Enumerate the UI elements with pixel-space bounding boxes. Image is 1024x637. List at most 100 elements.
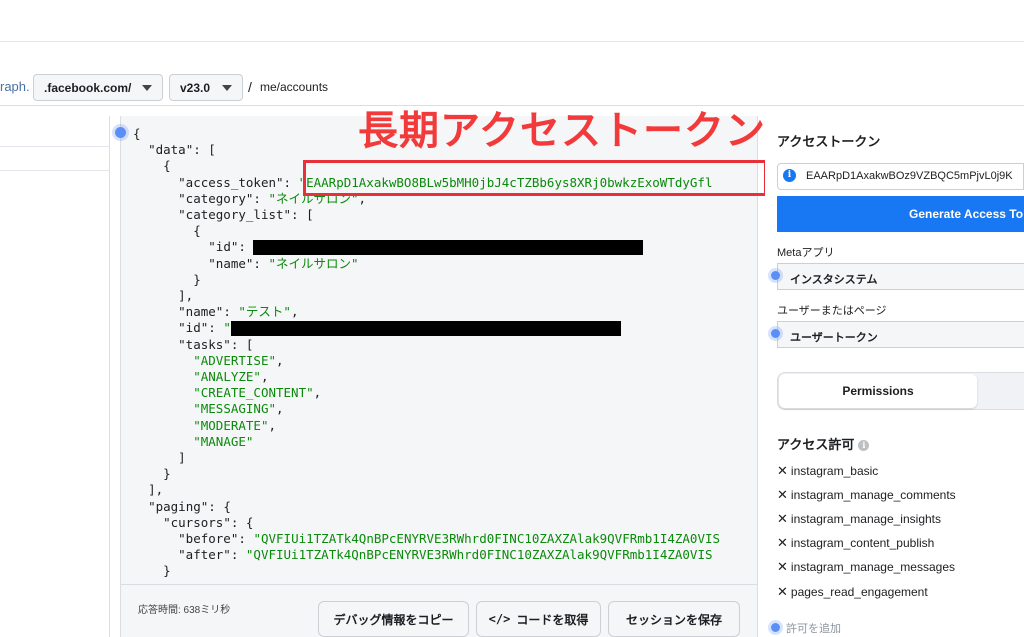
tab-permissions[interactable]: Permissions <box>779 374 977 408</box>
permission-label: pages_read_engagement <box>790 585 928 599</box>
json-line: } <box>193 271 201 287</box>
copy-debug-label: デバッグ情報をコピー <box>333 612 454 627</box>
json-string-value: "ADVERTISE" <box>193 352 277 368</box>
json-line: "before": "QVFIUi1TZATk4QnBPcENYRVE3RWhr… <box>178 531 721 547</box>
save-session-label: セッションを保存 <box>625 612 722 627</box>
json-line: ] <box>178 450 186 466</box>
json-line: "id": <box>133 239 720 256</box>
json-key: "name" <box>208 255 254 271</box>
annotation-title: 長期アクセストークン <box>358 109 766 153</box>
json-string-value: "MESSAGING" <box>193 401 277 417</box>
json-line: ], <box>148 482 164 498</box>
json-line: "name": "テスト", <box>178 304 299 320</box>
save-session-button[interactable]: セッションを保存 <box>608 601 740 637</box>
json-line: "CREATE_CONTENT", <box>193 385 322 401</box>
focus-indicator-icon <box>771 271 780 280</box>
permission-item: ✕ instagram_basic <box>777 463 878 479</box>
json-string-value: "QVFIUi1TZATk4QnBPcENYRVE3RWhrd0FINC10ZA… <box>245 547 713 563</box>
version-select-label: v23.0 <box>180 81 211 95</box>
json-line: "id": " <box>133 320 720 337</box>
permission-label: instagram_manage_messages <box>790 560 955 574</box>
json-key: "before" <box>178 531 239 547</box>
json-line: "cursors": { <box>163 514 254 530</box>
meta-app-value: インスタシステム <box>790 274 878 286</box>
permission-item: ✕ instagram_manage_insights <box>777 511 941 527</box>
permission-item: ✕ instagram_manage_messages <box>777 559 955 575</box>
chevron-down-icon <box>222 85 232 91</box>
json-key: "id" <box>178 320 209 336</box>
user-page-value: ユーザートークン <box>790 332 878 344</box>
graph-prefix: raph. <box>0 79 30 94</box>
permission-label: instagram_basic <box>790 464 879 478</box>
divider <box>0 170 110 171</box>
json-key: "category_list" <box>178 207 292 223</box>
path-separator: / <box>248 79 252 95</box>
json-key: "paging" <box>148 498 209 514</box>
json-line: "category_list": [ <box>178 207 314 223</box>
permission-item: ✕ instagram_content_publish <box>777 535 934 551</box>
info-icon: i <box>858 440 870 451</box>
browser-top-bar <box>0 0 1024 42</box>
remove-icon[interactable]: ✕ <box>777 535 788 550</box>
annotation-box-left <box>303 160 767 196</box>
json-string-value: "ネイルサロン" <box>268 255 359 271</box>
domain-select[interactable]: .facebook.com/ <box>33 74 163 101</box>
generate-button-label: Generate Access To <box>909 207 1024 221</box>
json-string-value: "テスト" <box>238 304 291 320</box>
json-string-value: "MANAGE" <box>193 433 254 449</box>
left-panel <box>0 116 110 637</box>
permission-item: ✕ pages_read_engagement <box>777 584 928 600</box>
json-key: "after" <box>178 547 231 563</box>
json-line: } <box>163 466 171 482</box>
remove-icon[interactable]: ✕ <box>777 584 788 599</box>
chevron-down-icon <box>142 85 152 91</box>
json-key: "category" <box>178 190 254 206</box>
json-string-value: " <box>223 320 231 336</box>
get-code-label: コードを取得 <box>516 612 589 627</box>
permission-label: instagram_manage_insights <box>790 512 941 526</box>
add-permission-input[interactable]: 許可を追加 <box>786 620 841 636</box>
json-key: "data" <box>148 142 194 158</box>
json-key: "tasks" <box>178 336 231 352</box>
permission-item: ✕ instagram_manage_comments <box>777 487 956 503</box>
path-input[interactable]: me/accounts <box>260 80 328 94</box>
response-time: 応答時間: 638ミリ秒 <box>138 605 231 616</box>
json-line: "MANAGE" <box>133 434 720 450</box>
domain-select-label: .facebook.com/ <box>44 81 132 95</box>
remove-icon[interactable]: ✕ <box>777 559 788 574</box>
json-key: "name" <box>178 304 224 320</box>
json-key: "id" <box>208 239 239 255</box>
json-key: "access_token" <box>178 174 284 190</box>
focus-indicator-icon <box>771 623 780 632</box>
info-icon: i <box>783 169 796 182</box>
copy-debug-button[interactable]: デバッグ情報をコピー <box>318 601 469 637</box>
json-string-value: "ANALYZE" <box>193 369 261 385</box>
divider <box>0 146 110 147</box>
json-line: "name": "ネイルサロン" <box>208 255 359 271</box>
access-token-value: EAARpD1AxakwBOz9VZBQC5mPjvL0j9K <box>806 170 1013 182</box>
user-page-label: ユーザーまたはページ <box>777 305 887 317</box>
json-line: "after": "QVFIUi1TZATk4QnBPcENYRVE3RWhrd… <box>178 547 713 563</box>
remove-icon[interactable]: ✕ <box>777 463 788 478</box>
json-string-value: "MODERATE" <box>193 417 269 433</box>
get-code-button[interactable]: </> コードを取得 <box>476 601 601 637</box>
json-line: "MODERATE", <box>193 417 277 433</box>
remove-icon[interactable]: ✕ <box>777 511 788 526</box>
remove-icon[interactable]: ✕ <box>777 487 788 502</box>
access-permissions-heading: アクセス許可 i <box>777 434 870 453</box>
json-line: } <box>163 563 171 579</box>
meta-app-select[interactable]: インスタシステム <box>777 263 1024 290</box>
access-token-field[interactable]: EAARpD1AxakwBOz9VZBQC5mPjvL0j9K <box>777 163 1024 190</box>
focus-indicator-icon <box>771 329 780 338</box>
collapse-handle-icon[interactable] <box>115 127 126 138</box>
user-page-select[interactable]: ユーザートークン <box>777 321 1024 348</box>
redaction-bar <box>253 240 644 256</box>
code-icon: </> <box>488 612 511 626</box>
generate-access-token-button[interactable]: Generate Access To <box>777 196 1024 232</box>
json-line: ], <box>178 288 194 304</box>
redaction-bar <box>230 321 621 337</box>
json-line: "MESSAGING", <box>193 401 284 417</box>
version-select[interactable]: v23.0 <box>169 74 243 101</box>
permission-label: instagram_content_publish <box>790 536 935 550</box>
json-string-value: "QVFIUi1TZATk4QnBPcENYRVE3RWhrd0FINC10ZA… <box>253 531 721 547</box>
